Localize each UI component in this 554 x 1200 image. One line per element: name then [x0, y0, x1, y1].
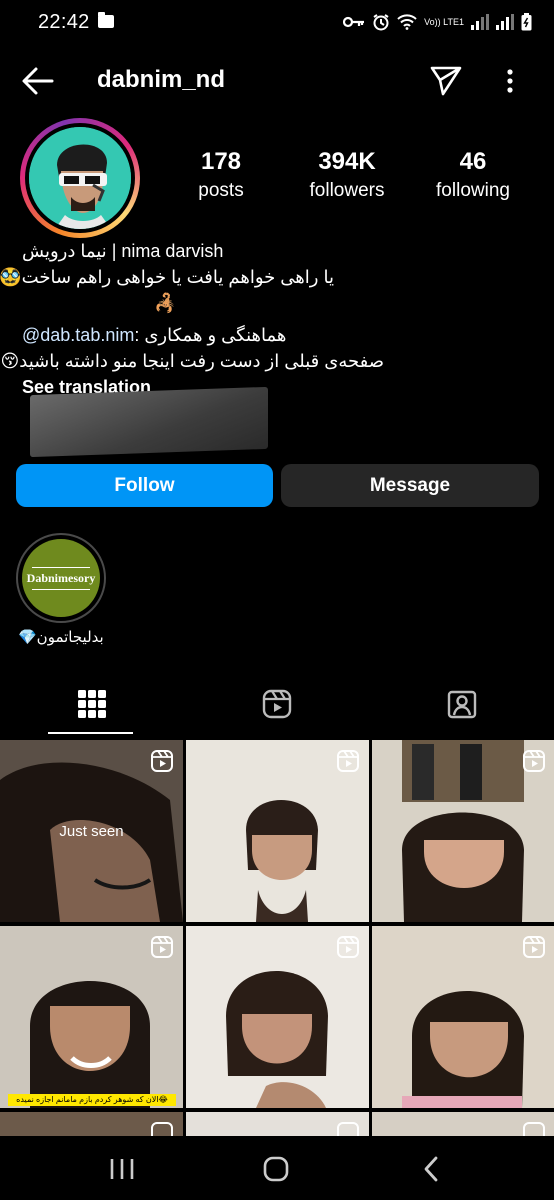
reel-icon	[151, 750, 173, 772]
reel-icon	[523, 1122, 545, 1136]
posts-count: 178	[200, 148, 242, 175]
display-name: نیما درویش | nima darvish	[22, 241, 224, 261]
story-highlight[interactable]: Dabnimesory	[16, 533, 106, 623]
send-message-icon[interactable]	[426, 62, 464, 98]
redacted-link	[30, 386, 268, 458]
profile-bio: نیما درویش | nima darvish یا راهی خواهم …	[0, 238, 522, 400]
back-arrow-icon[interactable]	[20, 64, 56, 98]
reel-icon	[337, 1122, 359, 1136]
bio-line-1: یا راهی خواهم یافت یا خواهی راهم ساخت🥸	[0, 267, 334, 287]
tab-reels[interactable]	[185, 672, 369, 736]
key-icon	[343, 16, 365, 28]
reel-icon	[151, 1122, 173, 1136]
bio-line-3-text: هماهنگی و همکاری :	[134, 325, 287, 345]
avatar[interactable]	[29, 127, 131, 229]
followers-count: 394K	[318, 148, 376, 175]
bio-mention-link[interactable]: @dab.tab.nim	[22, 325, 134, 345]
profile-tabs	[0, 672, 554, 738]
more-options-icon[interactable]	[496, 64, 524, 98]
grid-icon	[78, 690, 106, 718]
wifi-icon	[397, 14, 417, 30]
reels-icon	[262, 689, 292, 719]
folder-icon	[97, 11, 114, 28]
highlight-cover-text: Dabnimesory	[26, 570, 96, 585]
bio-line-3: @dab.tab.nimهماهنگی و همکاری :	[22, 322, 522, 348]
following-label: following	[436, 180, 510, 201]
signal-icon	[471, 14, 489, 30]
grid-post[interactable]	[186, 926, 369, 1108]
stat-following[interactable]: 46 following	[408, 148, 538, 202]
reel-icon	[523, 936, 545, 958]
status-bar: 22:42 Vo)) LTE1	[0, 0, 554, 44]
followers-label: followers	[309, 180, 385, 201]
grid-post[interactable]	[186, 740, 369, 922]
grid-post[interactable]	[372, 1112, 554, 1136]
profile-username: dabnim_nd	[97, 66, 226, 93]
tab-tagged[interactable]	[370, 672, 554, 736]
grid-post[interactable]: Just seen	[0, 740, 183, 922]
nav-back-icon[interactable]	[402, 1150, 462, 1188]
stat-posts[interactable]: 178 posts	[156, 148, 286, 202]
grid-post[interactable]: الان که شوهر کردم بازم مامانم اجازه نمید…	[0, 926, 183, 1108]
alarm-icon	[373, 14, 389, 31]
grid-post[interactable]	[372, 740, 554, 922]
grid-post[interactable]	[372, 926, 554, 1108]
reel-icon	[337, 936, 359, 958]
system-navigation-bar	[0, 1136, 554, 1200]
grid-post[interactable]	[186, 1112, 369, 1136]
highlight-label: بدلیجاتمون💎	[18, 629, 104, 646]
follow-button[interactable]: Follow	[16, 464, 273, 507]
signal-icon-2	[496, 14, 514, 30]
avatar-story-ring[interactable]	[20, 118, 140, 238]
status-time: 22:42	[38, 10, 90, 33]
battery-icon	[521, 13, 532, 31]
stat-followers[interactable]: 394K followers	[282, 148, 412, 202]
reel-icon	[337, 750, 359, 772]
message-button[interactable]: Message	[281, 464, 539, 507]
bio-line-2: 🦂	[154, 293, 177, 313]
highlight-cover: Dabnimesory	[22, 539, 100, 617]
video-caption: الان که شوهر کردم بازم مامانم اجازه نمید…	[8, 1094, 176, 1106]
bio-line-4: صفحه‌ی قبلی از دست رفت اینجا منو داشته ب…	[0, 351, 384, 371]
tagged-person-icon	[447, 690, 477, 719]
reel-icon	[151, 936, 173, 958]
network-label: Vo)) LTE1	[424, 16, 464, 27]
active-tab-indicator	[48, 732, 133, 734]
grid-post[interactable]	[0, 1112, 183, 1136]
home-icon[interactable]	[246, 1150, 306, 1188]
reel-icon	[523, 750, 545, 772]
tab-posts-grid[interactable]	[0, 672, 184, 736]
profile-header-bar: dabnim_nd	[0, 44, 554, 118]
posts-label: posts	[198, 180, 244, 201]
following-count: 46	[459, 148, 487, 175]
recent-apps-icon[interactable]	[92, 1150, 152, 1188]
